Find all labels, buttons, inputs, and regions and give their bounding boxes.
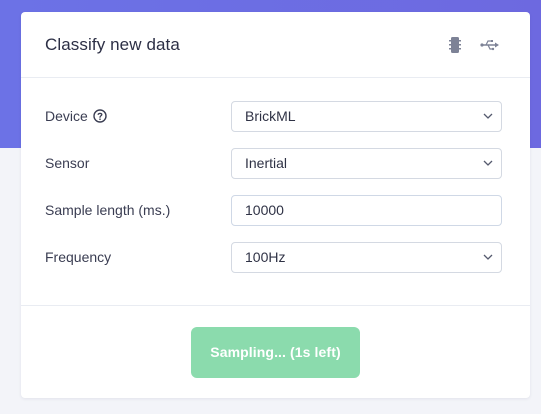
- sample-length-label: Sample length (ms.): [45, 202, 171, 218]
- device-row: Device BrickML: [45, 100, 502, 132]
- card-header: Classify new data: [21, 12, 530, 78]
- sample-length-row: Sample length (ms.) 10000: [45, 194, 502, 226]
- usb-icon[interactable]: [480, 39, 500, 51]
- device-label-wrap: Device: [45, 108, 231, 124]
- device-label: Device: [45, 108, 88, 124]
- frequency-label: Frequency: [45, 249, 112, 265]
- card-footer: Sampling... (1s left): [21, 306, 530, 398]
- classify-card: Classify new data Device BrickML Sensor …: [21, 12, 530, 398]
- card-title: Classify new data: [45, 34, 180, 54]
- chevron-down-icon: [483, 158, 493, 169]
- chip-icon[interactable]: [448, 36, 462, 54]
- chevron-down-icon: [483, 252, 493, 263]
- sensor-row: Sensor Inertial: [45, 147, 502, 179]
- form-body: Device BrickML Sensor Inertial Sample le…: [21, 78, 530, 306]
- question-circle-icon[interactable]: [93, 109, 107, 123]
- frequency-select[interactable]: 100Hz: [231, 241, 502, 273]
- sample-length-input[interactable]: 10000: [231, 194, 502, 226]
- chevron-down-icon: [483, 111, 493, 122]
- sensor-label: Sensor: [45, 155, 90, 171]
- frequency-row: Frequency 100Hz: [45, 241, 502, 273]
- sensor-select-value: Inertial: [245, 155, 288, 171]
- sensor-select[interactable]: Inertial: [231, 147, 502, 179]
- device-select-value: BrickML: [245, 108, 296, 124]
- device-select[interactable]: BrickML: [231, 100, 502, 132]
- sample-length-value: 10000: [245, 202, 284, 218]
- frequency-select-value: 100Hz: [245, 249, 286, 265]
- header-icons: [448, 36, 500, 54]
- sampling-button[interactable]: Sampling... (1s left): [191, 326, 360, 378]
